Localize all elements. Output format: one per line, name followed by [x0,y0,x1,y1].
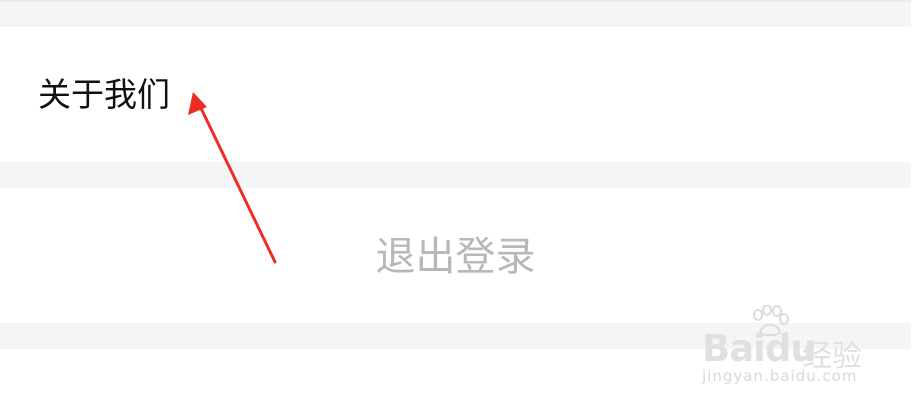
settings-page: 关于我们 退出登录 Baidu 经验 jingyan.baidu.com [0,0,918,407]
section-gap [0,162,911,188]
right-edge-strip [911,0,918,407]
watermark-brand: Baidu [702,327,817,370]
watermark-url: jingyan.baidu.com [702,367,858,385]
logout-button[interactable]: 退出登录 [0,188,911,323]
section-gap [0,0,911,27]
about-us-row[interactable]: 关于我们 [0,27,911,162]
logout-label: 退出登录 [375,234,536,280]
about-us-label: 关于我们 [38,75,170,114]
baidu-jingyan-watermark: Baidu 经验 jingyan.baidu.com [702,305,872,387]
